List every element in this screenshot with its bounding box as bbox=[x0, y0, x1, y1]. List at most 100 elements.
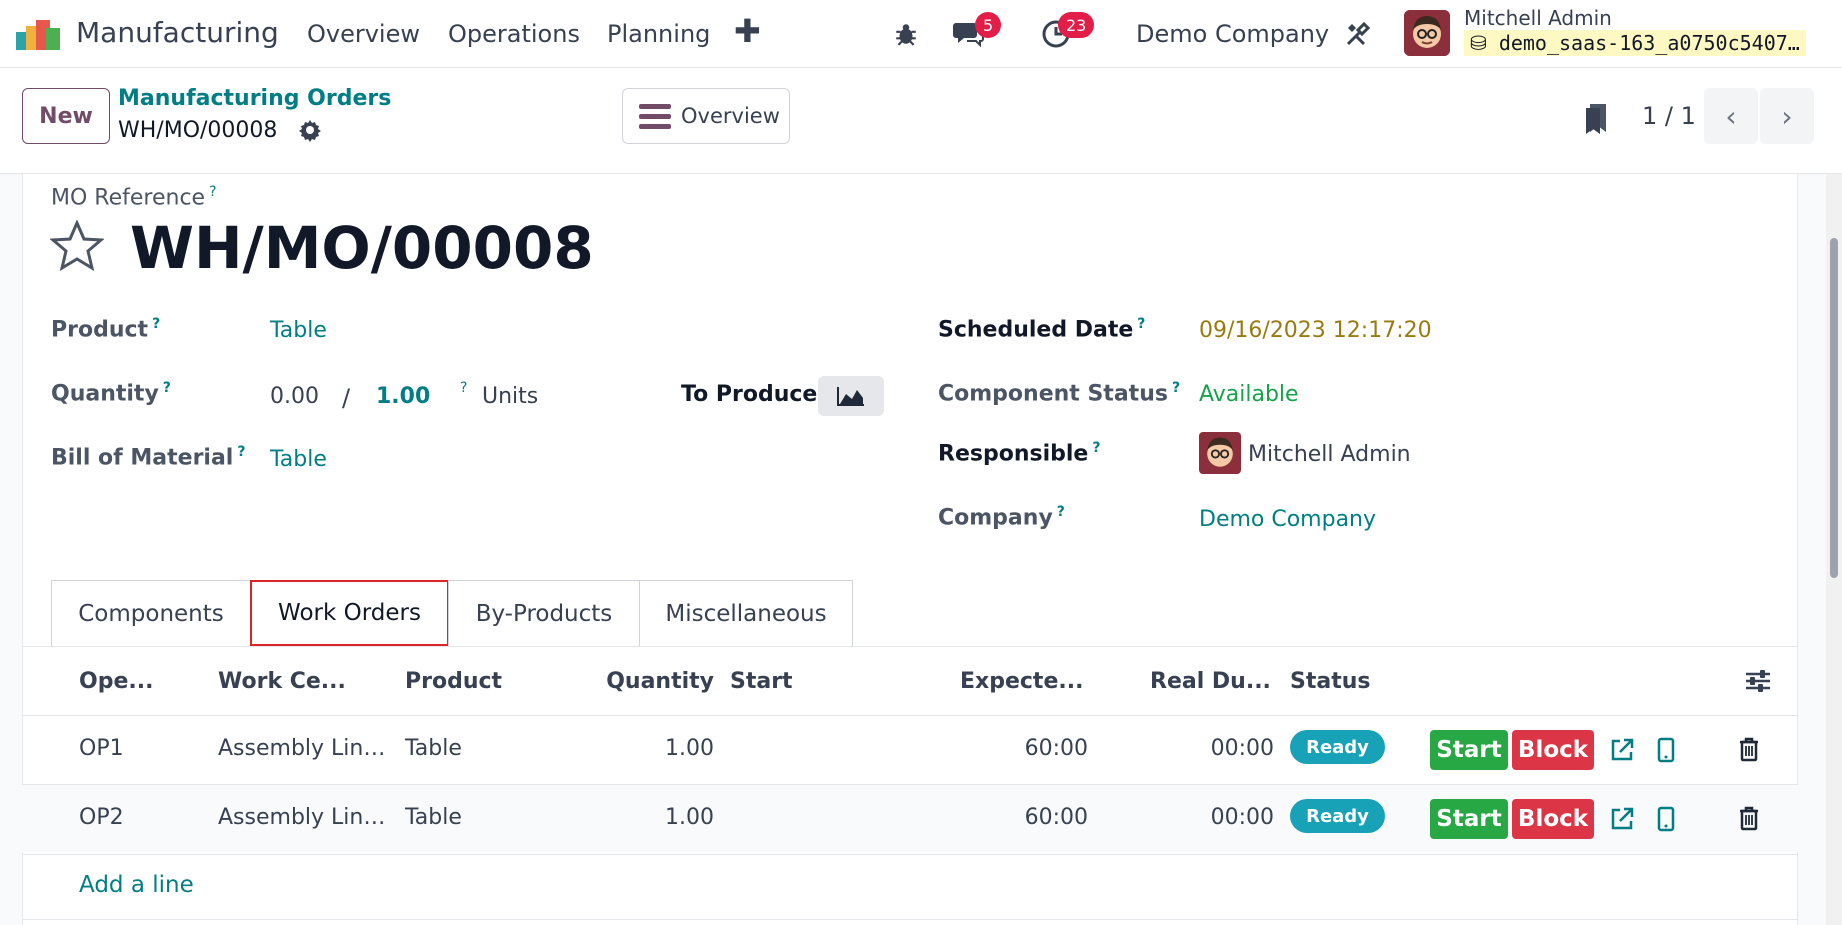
column-header-status[interactable]: Status bbox=[1290, 669, 1390, 694]
add-a-line-link[interactable]: Add a line bbox=[79, 872, 194, 898]
column-header-operation[interactable]: Ope... bbox=[79, 669, 199, 694]
pager-value[interactable]: 1 / 1 bbox=[1642, 102, 1696, 130]
row-quantity: 1.00 bbox=[665, 736, 714, 761]
debug-bug-icon[interactable] bbox=[888, 16, 924, 52]
chevron-right-icon: › bbox=[1781, 99, 1793, 133]
help-tooltip-icon[interactable]: ? bbox=[1057, 504, 1065, 520]
user-avatar[interactable] bbox=[1404, 10, 1450, 56]
optional-columns-sliders-icon[interactable] bbox=[1744, 668, 1772, 694]
company-field[interactable]: Demo Company bbox=[1199, 507, 1376, 532]
scrollbar[interactable] bbox=[1826, 174, 1842, 925]
start-button[interactable]: Start bbox=[1430, 799, 1508, 839]
column-header-expected-duration[interactable]: Expecte... bbox=[960, 669, 1084, 694]
mo-reference-label: MO Reference? bbox=[51, 184, 217, 211]
row-expected-duration: 60:00 bbox=[1024, 805, 1088, 830]
help-tooltip-icon[interactable]: ? bbox=[1172, 380, 1180, 396]
bom-label: Bill of Material? bbox=[51, 444, 246, 471]
tablet-icon[interactable] bbox=[1653, 806, 1679, 832]
row-work-center: Assembly Line 1 bbox=[218, 805, 388, 830]
add-menu-icon[interactable]: ✚ bbox=[734, 12, 761, 50]
gear-icon[interactable] bbox=[298, 118, 322, 142]
quantity-produced-field[interactable]: 0.00 bbox=[270, 384, 319, 409]
help-tooltip-icon[interactable]: ? bbox=[152, 316, 160, 332]
favorite-star-icon[interactable] bbox=[50, 220, 104, 272]
row-work-center: Assembly Line 1 bbox=[218, 736, 388, 761]
quantity-uom: Units bbox=[482, 384, 539, 409]
help-tooltip-icon[interactable]: ? bbox=[163, 380, 171, 396]
control-panel: New Manufacturing Orders WH/MO/00008 Ove… bbox=[0, 68, 1842, 174]
settings-tools-icon[interactable] bbox=[1340, 16, 1376, 52]
tab-by-products[interactable]: By-Products bbox=[448, 580, 640, 646]
status-badge: Ready bbox=[1290, 799, 1385, 833]
breadcrumb-current: WH/MO/00008 bbox=[118, 118, 278, 143]
overview-button-label: Overview bbox=[681, 104, 780, 128]
top-navbar: Manufacturing Overview Operations Planni… bbox=[0, 0, 1842, 68]
external-link-icon[interactable] bbox=[1609, 806, 1635, 832]
block-button[interactable]: Block bbox=[1512, 799, 1594, 839]
row-expected-duration: 60:00 bbox=[1024, 736, 1088, 761]
start-button[interactable]: Start bbox=[1430, 730, 1508, 770]
quantity-total-field[interactable]: 1.00 bbox=[376, 384, 430, 409]
bookmark-icon[interactable] bbox=[1584, 102, 1608, 134]
database-name-text: demo_saas-163_a0750c5407… bbox=[1498, 31, 1800, 55]
help-tooltip-icon[interactable]: ? bbox=[1137, 316, 1145, 332]
user-name[interactable]: Mitchell Admin bbox=[1464, 6, 1612, 30]
manufacturing-app-icon[interactable] bbox=[16, 18, 64, 50]
help-tooltip-icon[interactable]: ? bbox=[1092, 440, 1100, 456]
database-name: ⛁ demo_saas-163_a0750c5407… bbox=[1464, 30, 1806, 56]
responsible-field[interactable]: Mitchell Admin bbox=[1248, 442, 1411, 467]
breadcrumb-parent[interactable]: Manufacturing Orders bbox=[118, 86, 391, 111]
company-switcher[interactable]: Demo Company bbox=[1136, 20, 1329, 48]
pager-next-button[interactable]: › bbox=[1760, 88, 1814, 144]
product-field[interactable]: Table bbox=[270, 318, 327, 343]
responsible-avatar bbox=[1199, 432, 1241, 474]
trash-icon[interactable] bbox=[1736, 805, 1762, 831]
tab-miscellaneous[interactable]: Miscellaneous bbox=[639, 580, 853, 646]
row-quantity: 1.00 bbox=[665, 805, 714, 830]
overview-button[interactable]: Overview bbox=[622, 88, 790, 144]
bom-field[interactable]: Table bbox=[270, 447, 327, 472]
tab-components[interactable]: Components bbox=[51, 580, 251, 646]
column-header-real-duration[interactable]: Real Du... bbox=[1150, 669, 1272, 694]
help-tooltip-icon[interactable]: ? bbox=[460, 380, 467, 396]
menu-overview[interactable]: Overview bbox=[307, 20, 420, 48]
column-header-work-center[interactable]: Work Ce... bbox=[218, 669, 368, 694]
new-button[interactable]: New bbox=[22, 88, 110, 144]
component-status-value: Available bbox=[1199, 382, 1299, 407]
column-header-product[interactable]: Product bbox=[405, 669, 525, 694]
scheduled-date-field[interactable]: 09/16/2023 12:17:20 bbox=[1199, 318, 1432, 343]
app-name[interactable]: Manufacturing bbox=[76, 16, 279, 49]
column-header-start[interactable]: Start bbox=[730, 669, 810, 694]
row-operation: OP2 bbox=[79, 805, 124, 830]
work-orders-table bbox=[22, 646, 1798, 647]
tab-work-orders[interactable]: Work Orders bbox=[250, 580, 449, 646]
menu-planning[interactable]: Planning bbox=[607, 20, 710, 48]
to-produce-label: To Produce bbox=[681, 382, 818, 407]
menu-bars-icon bbox=[639, 104, 671, 129]
help-tooltip-icon[interactable]: ? bbox=[209, 184, 216, 200]
trash-icon[interactable] bbox=[1736, 736, 1762, 762]
component-status-label: Component Status? bbox=[938, 380, 1181, 407]
tablet-icon[interactable] bbox=[1653, 737, 1679, 763]
help-tooltip-icon[interactable]: ? bbox=[237, 444, 245, 460]
responsible-label: Responsible? bbox=[938, 440, 1101, 467]
forecast-chart-button[interactable] bbox=[818, 376, 884, 416]
row-real-duration: 00:00 bbox=[1210, 805, 1274, 830]
pager-previous-button[interactable]: ‹ bbox=[1704, 88, 1758, 144]
row-product: Table bbox=[405, 736, 462, 761]
messages-count-badge: 5 bbox=[975, 12, 1002, 38]
database-icon: ⛁ bbox=[1470, 31, 1487, 55]
quantity-separator: / bbox=[342, 384, 351, 412]
scheduled-date-label: Scheduled Date? bbox=[938, 316, 1146, 343]
chevron-left-icon: ‹ bbox=[1725, 99, 1737, 133]
scrollbar-thumb[interactable] bbox=[1830, 238, 1838, 578]
status-badge: Ready bbox=[1290, 730, 1385, 764]
column-header-quantity[interactable]: Quantity bbox=[600, 669, 714, 694]
external-link-icon[interactable] bbox=[1609, 737, 1635, 763]
menu-operations[interactable]: Operations bbox=[448, 20, 580, 48]
activities-count-badge: 23 bbox=[1058, 12, 1095, 38]
block-button[interactable]: Block bbox=[1512, 730, 1594, 770]
notebook-tabs: Components Work Orders By-Products Misce… bbox=[51, 580, 853, 646]
company-label: Company? bbox=[938, 504, 1065, 531]
add-line-row bbox=[22, 854, 1798, 920]
